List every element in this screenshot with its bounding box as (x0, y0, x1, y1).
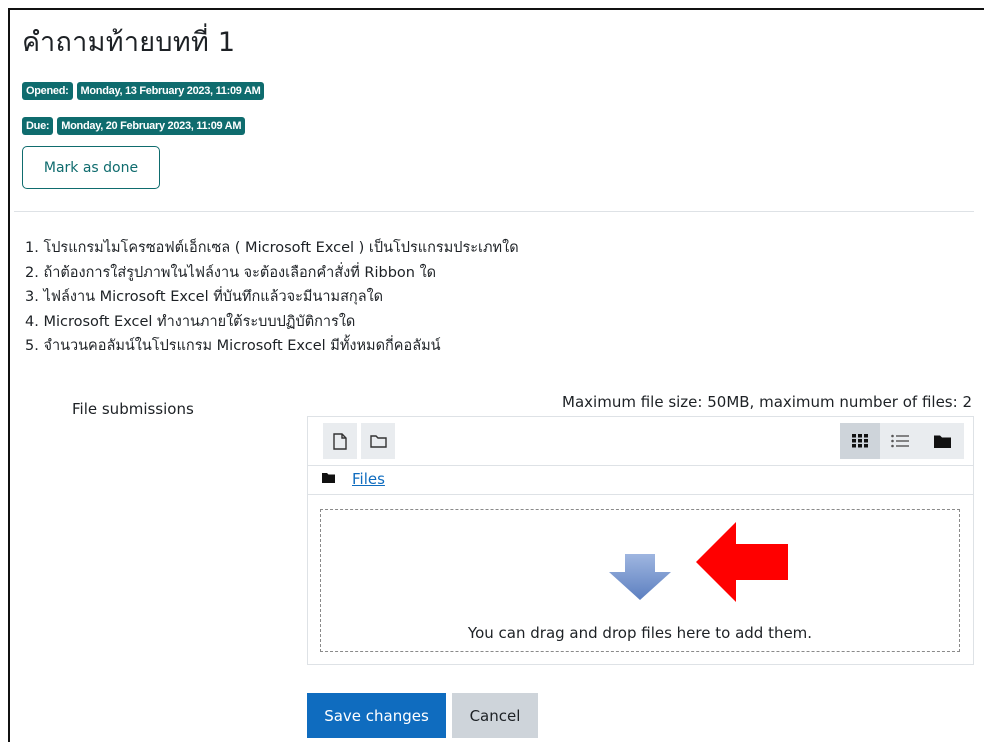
question-item: 4. Microsoft Excel ทำงานภายใต้ระบบปฏิบัต… (25, 313, 356, 330)
question-item: 5. จำนวนคอลัมน์ในโปรแกรม Microsoft Excel… (25, 338, 441, 354)
mark-as-done-button[interactable]: Mark as done (22, 146, 160, 189)
folder-icon (369, 435, 387, 448)
create-folder-button[interactable] (361, 423, 395, 459)
question-item: 3. ไฟล์งาน Microsoft Excel ที่บันทึกแล้ว… (25, 289, 384, 305)
cancel-button[interactable]: Cancel (452, 693, 538, 738)
grid-icon (852, 434, 868, 448)
file-picker-toolbar (316, 423, 965, 463)
opened-label: Opened: (22, 82, 73, 100)
arrow-down-icon (609, 554, 671, 600)
view-list-button[interactable] (880, 423, 920, 459)
due-value: Monday, 20 February 2023, 11:09 AM (57, 117, 246, 135)
question-item: 2. ถ้าต้องการใส่รูปภาพในไฟล์งาน จะต้องเล… (25, 264, 437, 281)
folder-tree-icon (933, 435, 951, 448)
file-picker: Files You can drag and drop files here t… (307, 416, 974, 665)
due-date: Due: Monday, 20 February 2023, 11:09 AM (22, 117, 246, 135)
question-list: 1. โปรแกรมไมโครซอฟต์เอ็กเซล ( Microsoft … (25, 236, 519, 359)
list-icon (891, 434, 909, 448)
opened-value: Monday, 13 February 2023, 11:09 AM (76, 82, 265, 100)
view-tree-button[interactable] (920, 423, 964, 459)
file-icon (333, 432, 347, 450)
add-file-button[interactable] (323, 423, 357, 459)
dropzone-text: You can drag and drop files here to add … (467, 624, 813, 642)
view-grid-button[interactable] (840, 423, 880, 459)
file-path-bar: Files (308, 465, 973, 495)
divider (14, 211, 974, 212)
file-limits: Maximum file size: 50MB, maximum number … (562, 393, 972, 411)
page-title: คำถามท้ายบทที่ 1 (22, 27, 236, 58)
folder-icon (322, 473, 335, 483)
due-label: Due: (22, 117, 54, 135)
red-arrow-annotation-icon (696, 522, 788, 602)
file-dropzone[interactable]: You can drag and drop files here to add … (320, 509, 960, 652)
save-changes-button[interactable]: Save changes (307, 693, 446, 738)
question-item: 1. โปรแกรมไมโครซอฟต์เอ็กเซล ( Microsoft … (25, 240, 519, 256)
opened-date: Opened: Monday, 13 February 2023, 11:09 … (22, 82, 265, 100)
file-submissions-label: File submissions (72, 400, 194, 418)
files-path-link[interactable]: Files (352, 470, 385, 488)
